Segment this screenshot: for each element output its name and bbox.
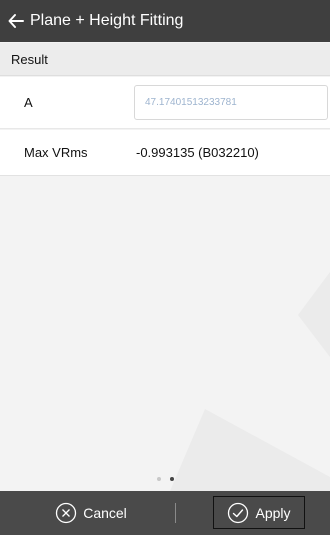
footer-divider [175, 503, 176, 523]
back-button[interactable] [6, 11, 26, 31]
param-a-input[interactable]: 47.17401513233781 [134, 85, 328, 120]
param-a-label: A [24, 95, 33, 110]
page-indicator [0, 477, 330, 481]
cancel-button[interactable]: Cancel [36, 496, 146, 529]
page-dot[interactable] [156, 477, 161, 481]
param-row-a: A 47.17401513233781 [0, 77, 330, 129]
param-row-maxvrms: Max VRms -0.993135 (B032210) [0, 130, 330, 176]
maxvrms-value: -0.993135 (B032210) [136, 145, 259, 160]
arrow-left-icon [8, 14, 24, 28]
apply-button[interactable]: Apply [213, 496, 305, 529]
page-dot-active[interactable] [169, 477, 174, 481]
content-area [0, 177, 330, 491]
x-circle-icon [56, 502, 77, 523]
cancel-label: Cancel [83, 504, 127, 521]
footer-bar: Cancel Apply [0, 491, 330, 535]
apply-label: Apply [255, 504, 291, 521]
section-title: Result [0, 43, 330, 76]
app-bar: Plane + Height Fitting [0, 0, 330, 42]
background-watermark [170, 272, 330, 491]
page-title: Plane + Height Fitting [30, 12, 184, 29]
check-circle-icon [228, 502, 249, 523]
maxvrms-label: Max VRms [24, 145, 88, 160]
